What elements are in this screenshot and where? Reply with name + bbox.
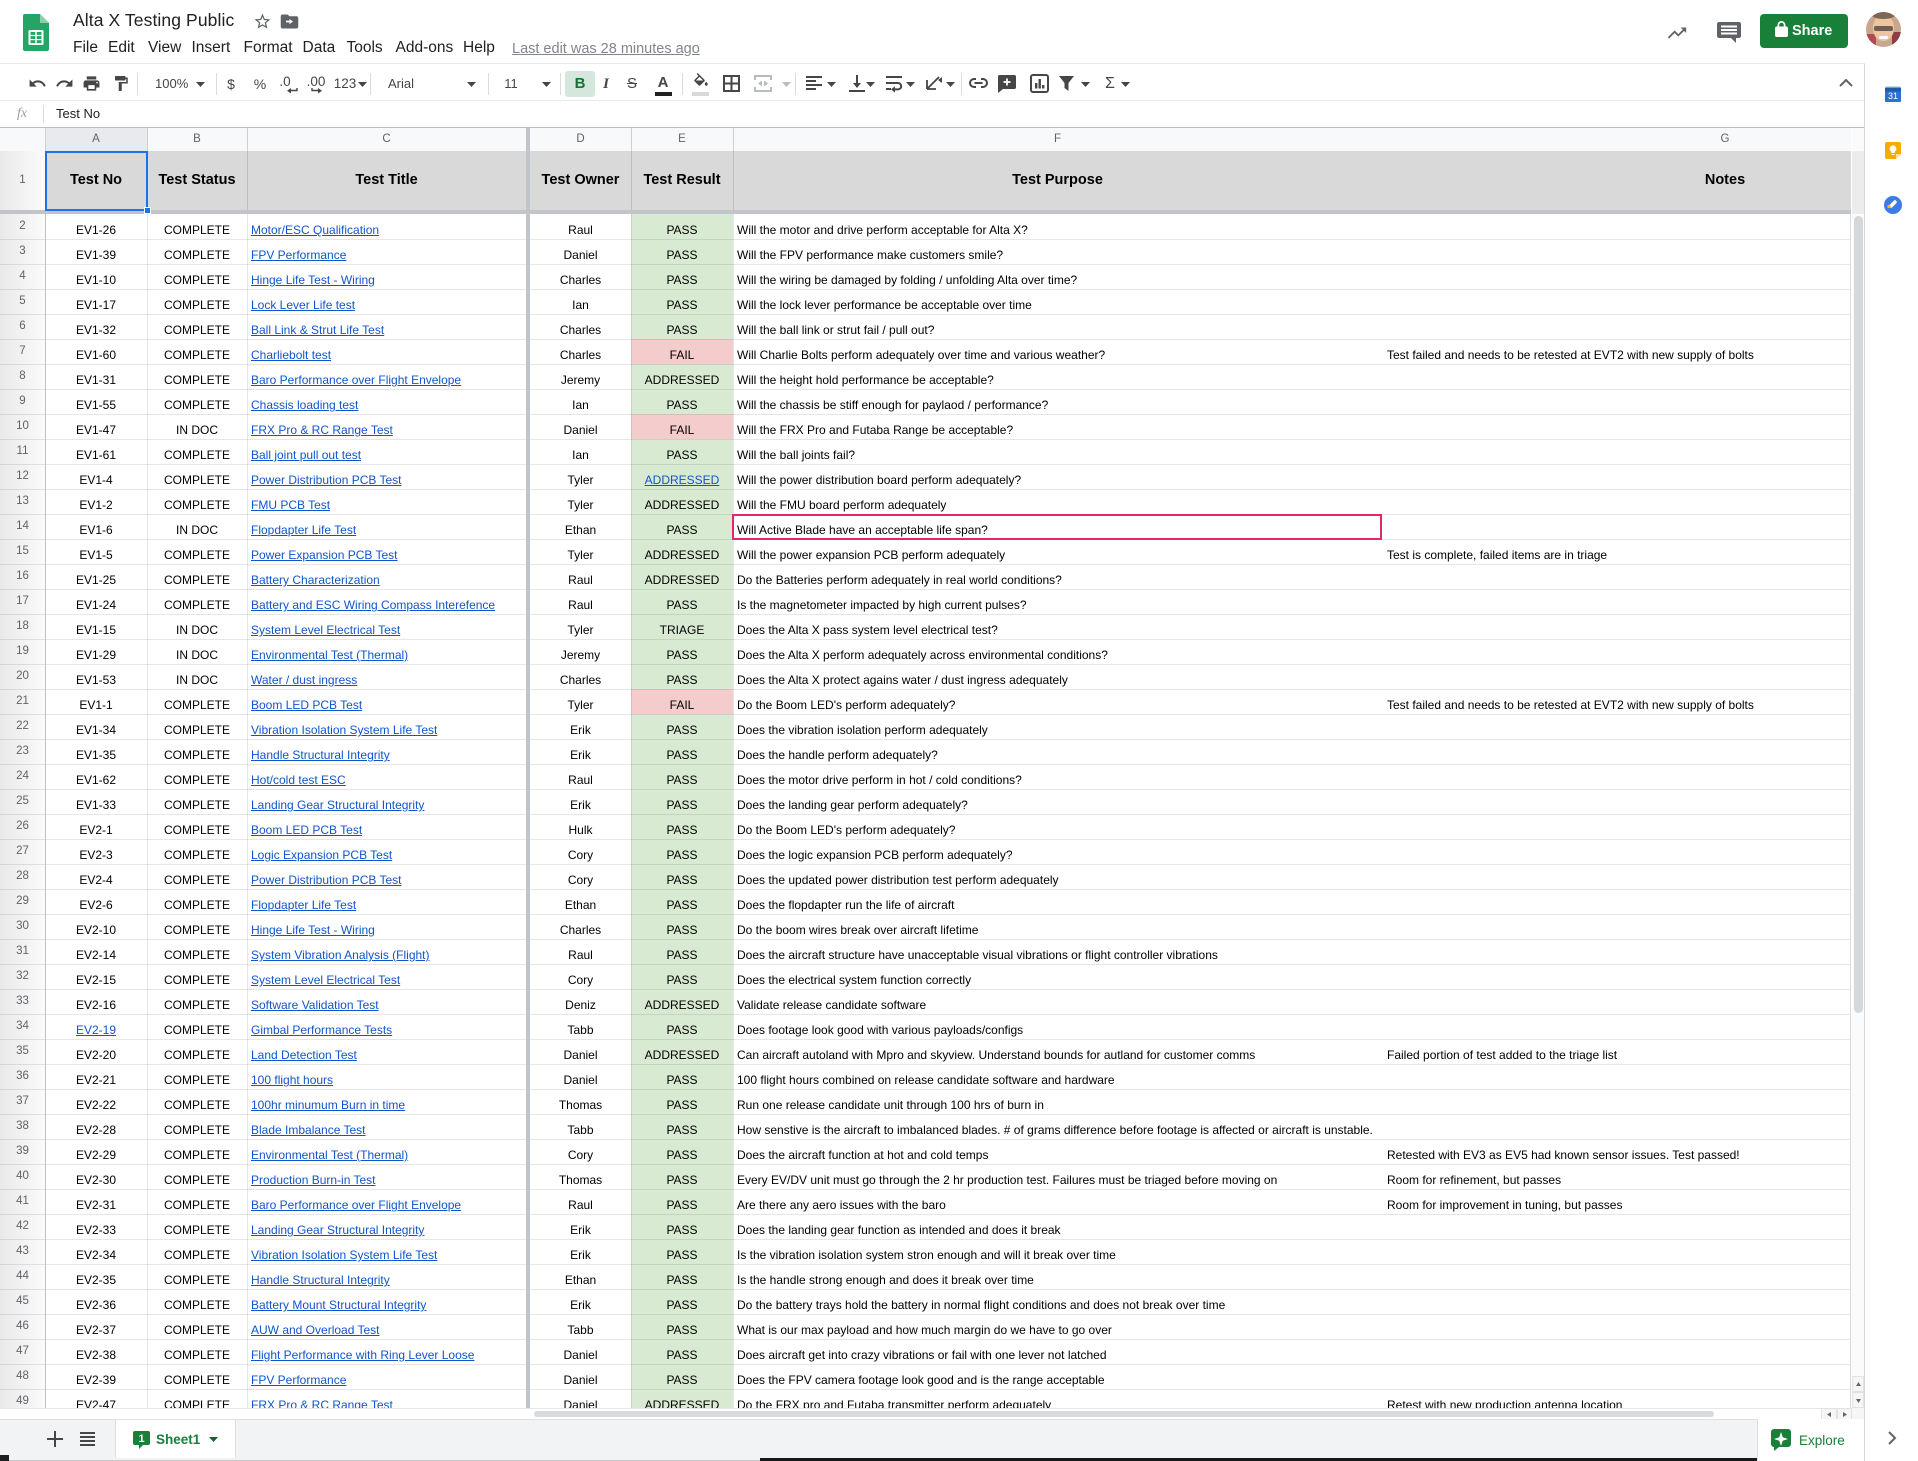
svg-text:31: 31 bbox=[1888, 91, 1898, 101]
svg-text:1: 1 bbox=[138, 1433, 144, 1445]
